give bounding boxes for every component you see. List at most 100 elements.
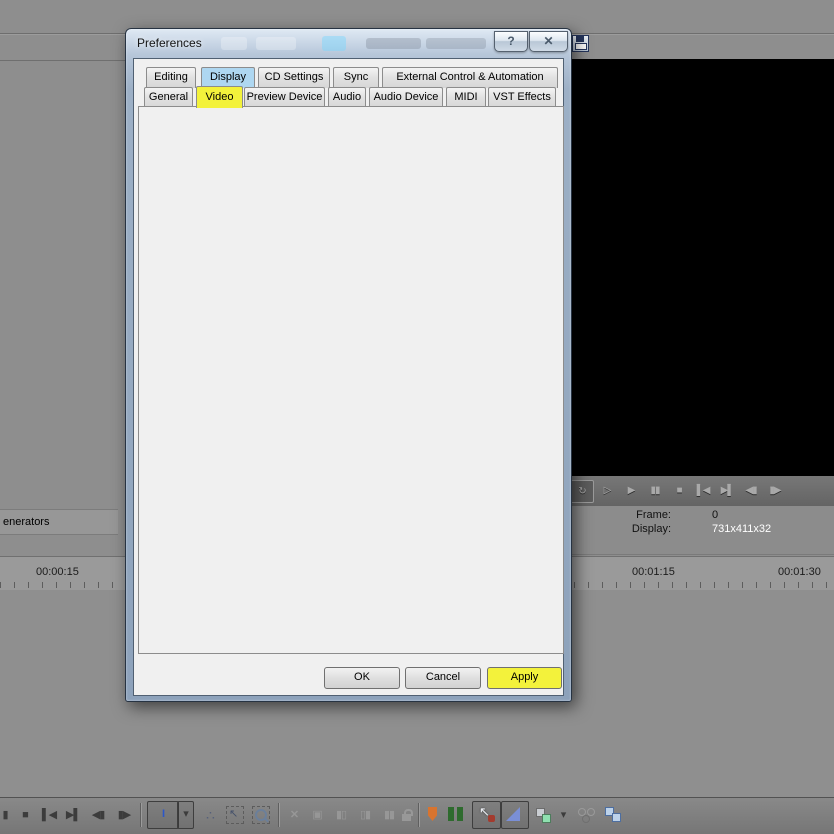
save-icon-shutter xyxy=(576,36,584,42)
split-trim-left-button[interactable]: ▮▯ xyxy=(330,804,352,826)
dialog-title: Preferences xyxy=(137,36,202,50)
save-icon[interactable] xyxy=(572,35,589,52)
play-button[interactable]: ▶ xyxy=(620,480,642,501)
go-to-end-icon: ▶▌ xyxy=(720,485,735,496)
next-frame-button[interactable]: ▮▶ xyxy=(764,480,786,501)
toolbar-separator xyxy=(278,803,279,827)
tab-label: Audio Device xyxy=(373,91,439,103)
split-right-icon: ▯▮ xyxy=(359,809,371,821)
insert-envelope-button[interactable] xyxy=(534,805,556,827)
pause-icon: ▮▮ xyxy=(650,485,660,496)
pause-button[interactable]: ▮ xyxy=(0,804,10,826)
close-button[interactable]: ✕ xyxy=(529,31,568,52)
tab-label: Audio xyxy=(332,91,362,103)
cancel-button[interactable]: Cancel xyxy=(405,667,481,689)
preferences-dialog: Preferences ? ✕ Editing Display CD Setti… xyxy=(125,28,572,702)
tab-display[interactable]: Display xyxy=(201,67,255,88)
next-frame-icon: ▮▶ xyxy=(117,809,131,821)
tab-vst-effects[interactable]: VST Effects xyxy=(488,87,556,108)
delete-icon: ✕ xyxy=(289,809,299,821)
pause-button[interactable]: ▮▮ xyxy=(644,480,666,501)
tab-cd-settings[interactable]: CD Settings xyxy=(258,67,330,88)
auto-ripple-button[interactable] xyxy=(501,801,529,829)
bottom-toolbar: ▮ ■ ▌◀ ▶▌ ◀▮ ▮▶ I ▾ ∴ ↖ ✕ ▣ ▮▯ ▯▮ ▮▮ ↖ ▾ xyxy=(0,797,834,834)
titlebar-ghost xyxy=(366,38,421,49)
tab-sync[interactable]: Sync xyxy=(333,67,379,88)
ruler-time-left: 00:00:15 xyxy=(36,566,79,578)
ruler-time-right: 00:01:30 xyxy=(778,566,821,578)
split-trim-right-button[interactable]: ▯▮ xyxy=(354,804,376,826)
tab-label: External Control & Automation xyxy=(396,71,544,83)
previous-frame-icon: ◀▮ xyxy=(745,485,757,496)
go-to-end-button[interactable]: ▶▌ xyxy=(716,480,738,501)
tab-video[interactable]: Video xyxy=(196,86,243,108)
tab-editing[interactable]: Editing xyxy=(146,67,196,88)
ok-button[interactable]: OK xyxy=(324,667,400,689)
go-to-start-button[interactable]: ▌◀ xyxy=(38,804,60,826)
help-button[interactable]: ? xyxy=(494,31,528,52)
edit-tool-dropdown[interactable]: ▾ xyxy=(177,801,194,829)
apply-button[interactable]: Apply xyxy=(487,667,562,689)
generators-tab[interactable]: enerators xyxy=(0,509,118,535)
grouping-lock-icon xyxy=(582,815,590,823)
chevron-down-icon: ▾ xyxy=(183,808,189,820)
tab-label: Video xyxy=(205,91,234,103)
insert-region-button[interactable] xyxy=(448,804,468,826)
selection-tool-button[interactable]: ↖ xyxy=(226,806,244,824)
play-from-start-icon: ▷ xyxy=(603,485,612,496)
tab-audio-device[interactable]: Audio Device xyxy=(369,87,443,108)
next-frame-button[interactable]: ▮▶ xyxy=(112,804,136,826)
titlebar-ghost xyxy=(221,37,247,50)
magnifier-icon xyxy=(255,809,267,821)
save-icon-label xyxy=(575,43,587,50)
trim-event-button[interactable]: ▣ xyxy=(306,804,328,826)
tab-label: General xyxy=(148,91,189,103)
play-from-start-button[interactable]: ▷ xyxy=(596,480,618,501)
envelope-dropdown[interactable]: ▾ xyxy=(556,804,570,826)
envelope-tool-button[interactable]: ∴ xyxy=(198,804,222,826)
go-to-end-button[interactable]: ▶▌ xyxy=(62,804,84,826)
lock-icon-body xyxy=(402,814,411,821)
zoom-tool-button[interactable] xyxy=(252,806,270,824)
ignore-event-grouping-button[interactable] xyxy=(578,806,600,826)
frame-label: Frame: xyxy=(636,509,671,521)
loop-playback-button[interactable]: ↻ xyxy=(570,480,594,503)
titlebar-ghost xyxy=(256,37,296,50)
split-event-button[interactable]: ▮▮ xyxy=(378,804,400,826)
auto-ripple-icon xyxy=(506,807,520,821)
envelope-tool-icon: ∴ xyxy=(206,807,215,823)
go-to-start-icon: ▌◀ xyxy=(41,809,57,821)
tab-label: MIDI xyxy=(454,91,478,103)
tab-label: CD Settings xyxy=(264,71,324,83)
previous-frame-icon: ◀▮ xyxy=(91,809,105,821)
events-square-icon xyxy=(612,813,621,822)
play-icon: ▶ xyxy=(627,485,636,496)
display-value: 731x411x32 xyxy=(712,523,772,535)
tab-label: Preview Device xyxy=(246,91,323,103)
previous-frame-button[interactable]: ◀▮ xyxy=(86,804,110,826)
insert-marker-button[interactable] xyxy=(428,804,442,826)
generators-label: enerators xyxy=(3,516,50,528)
preview-transport-bar: ↻ ▷ ▶ ▮▮ ■ ▌◀ ▶▌ ◀▮ ▮▶ xyxy=(566,476,834,507)
split-icon: ▮▮ xyxy=(383,809,395,821)
tab-midi[interactable]: MIDI xyxy=(446,87,486,108)
tab-label: Editing xyxy=(154,71,188,83)
normal-edit-tool-button[interactable]: I xyxy=(147,801,179,829)
tab-audio[interactable]: Audio xyxy=(328,87,366,108)
lock-event-button[interactable] xyxy=(398,804,416,826)
split-left-icon: ▮▯ xyxy=(335,809,347,821)
enable-snapping-button[interactable]: ↖ xyxy=(472,801,501,829)
go-to-start-button[interactable]: ▌◀ xyxy=(692,480,714,501)
delete-button[interactable]: ✕ xyxy=(284,804,304,826)
frame-value: 0 xyxy=(712,509,719,521)
stop-button[interactable]: ■ xyxy=(14,804,36,826)
tab-external-control[interactable]: External Control & Automation xyxy=(382,67,558,88)
tab-preview-device[interactable]: Preview Device xyxy=(244,87,325,108)
select-events-to-end-button[interactable] xyxy=(604,805,626,827)
preview-status-area: Frame: 0 Display: 731x411x32 xyxy=(566,506,834,555)
ruler-time-mid: 00:01:15 xyxy=(632,566,675,578)
tab-general[interactable]: General xyxy=(144,87,193,108)
stop-button[interactable]: ■ xyxy=(668,480,690,501)
toolbar-separator xyxy=(418,803,419,827)
previous-frame-button[interactable]: ◀▮ xyxy=(740,480,762,501)
